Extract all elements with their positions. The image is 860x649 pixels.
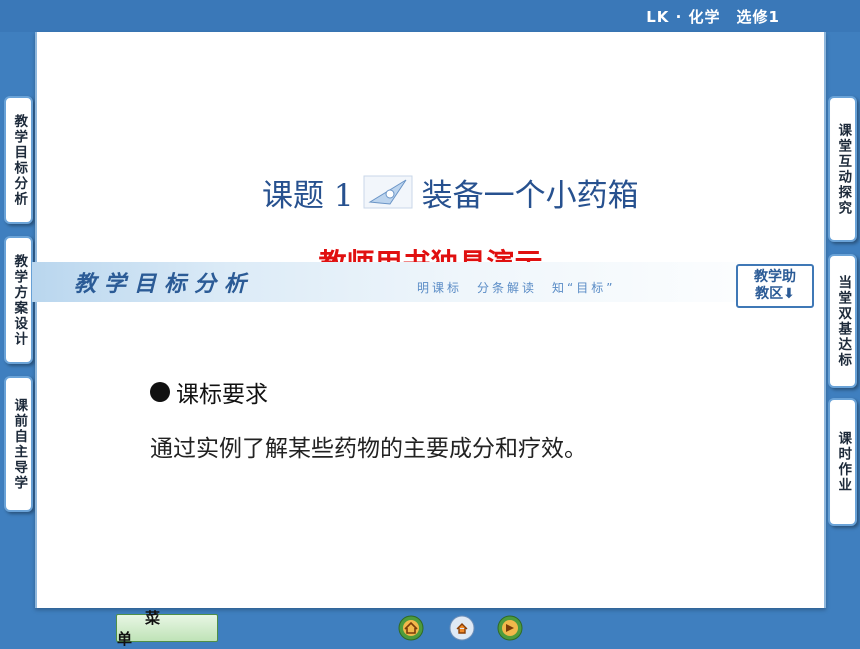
helper-line-1: 教学助: [754, 269, 796, 285]
teaching-assistant-button[interactable]: 教学助 教区⬇: [736, 264, 814, 308]
tab-label: 当堂双基达标: [835, 274, 852, 368]
home-icon[interactable]: [396, 614, 426, 642]
requirement-heading: 课标要求: [150, 375, 268, 409]
tab-label: 教学目标分析: [11, 113, 28, 207]
paper-plane-icon: [363, 175, 413, 209]
requirement-text: 通过实例了解某些药物的主要成分和疗效。: [150, 436, 587, 462]
course-label: LK · 化学 选修1: [646, 8, 780, 26]
banner-subtitle: 明课标 分条解读 知“目标”: [417, 281, 616, 295]
banner-title: 教学目标分析: [74, 272, 255, 297]
tab-preclass-study[interactable]: 课前自主导学: [4, 376, 33, 512]
tab-label: 教学方案设计: [11, 253, 28, 347]
tab-teaching-goals[interactable]: 教学目标分析: [4, 96, 33, 224]
tab-label: 课堂互动探究: [835, 122, 852, 216]
back-icon[interactable]: [447, 614, 477, 642]
tab-teaching-plan[interactable]: 教学方案设计: [4, 236, 33, 364]
tab-basic-practice[interactable]: 当堂双基达标: [828, 254, 857, 388]
slide-title: 课题 1 装备一个小药箱: [262, 172, 639, 214]
tab-class-interaction[interactable]: 课堂互动探究: [828, 96, 857, 242]
helper-line-2: 教区⬇: [755, 286, 795, 302]
title-main: 装备一个小药箱: [421, 177, 639, 214]
slide-panel: 课题 1 装备一个小药箱 教师用书独具演示 课标要求 通过实例了解某些药物的主要…: [35, 32, 826, 608]
title-prefix: 课题 1: [262, 177, 354, 214]
tab-label: 课时作业: [835, 431, 852, 493]
menu-button[interactable]: 菜单: [116, 609, 218, 648]
bullet-icon: [150, 382, 170, 402]
tab-label: 课前自主导学: [11, 397, 28, 491]
requirement-heading-text: 课标要求: [176, 382, 268, 408]
top-bar: LK · 化学 选修1: [0, 0, 860, 32]
forward-icon[interactable]: [495, 614, 525, 642]
tab-homework[interactable]: 课时作业: [828, 398, 857, 526]
